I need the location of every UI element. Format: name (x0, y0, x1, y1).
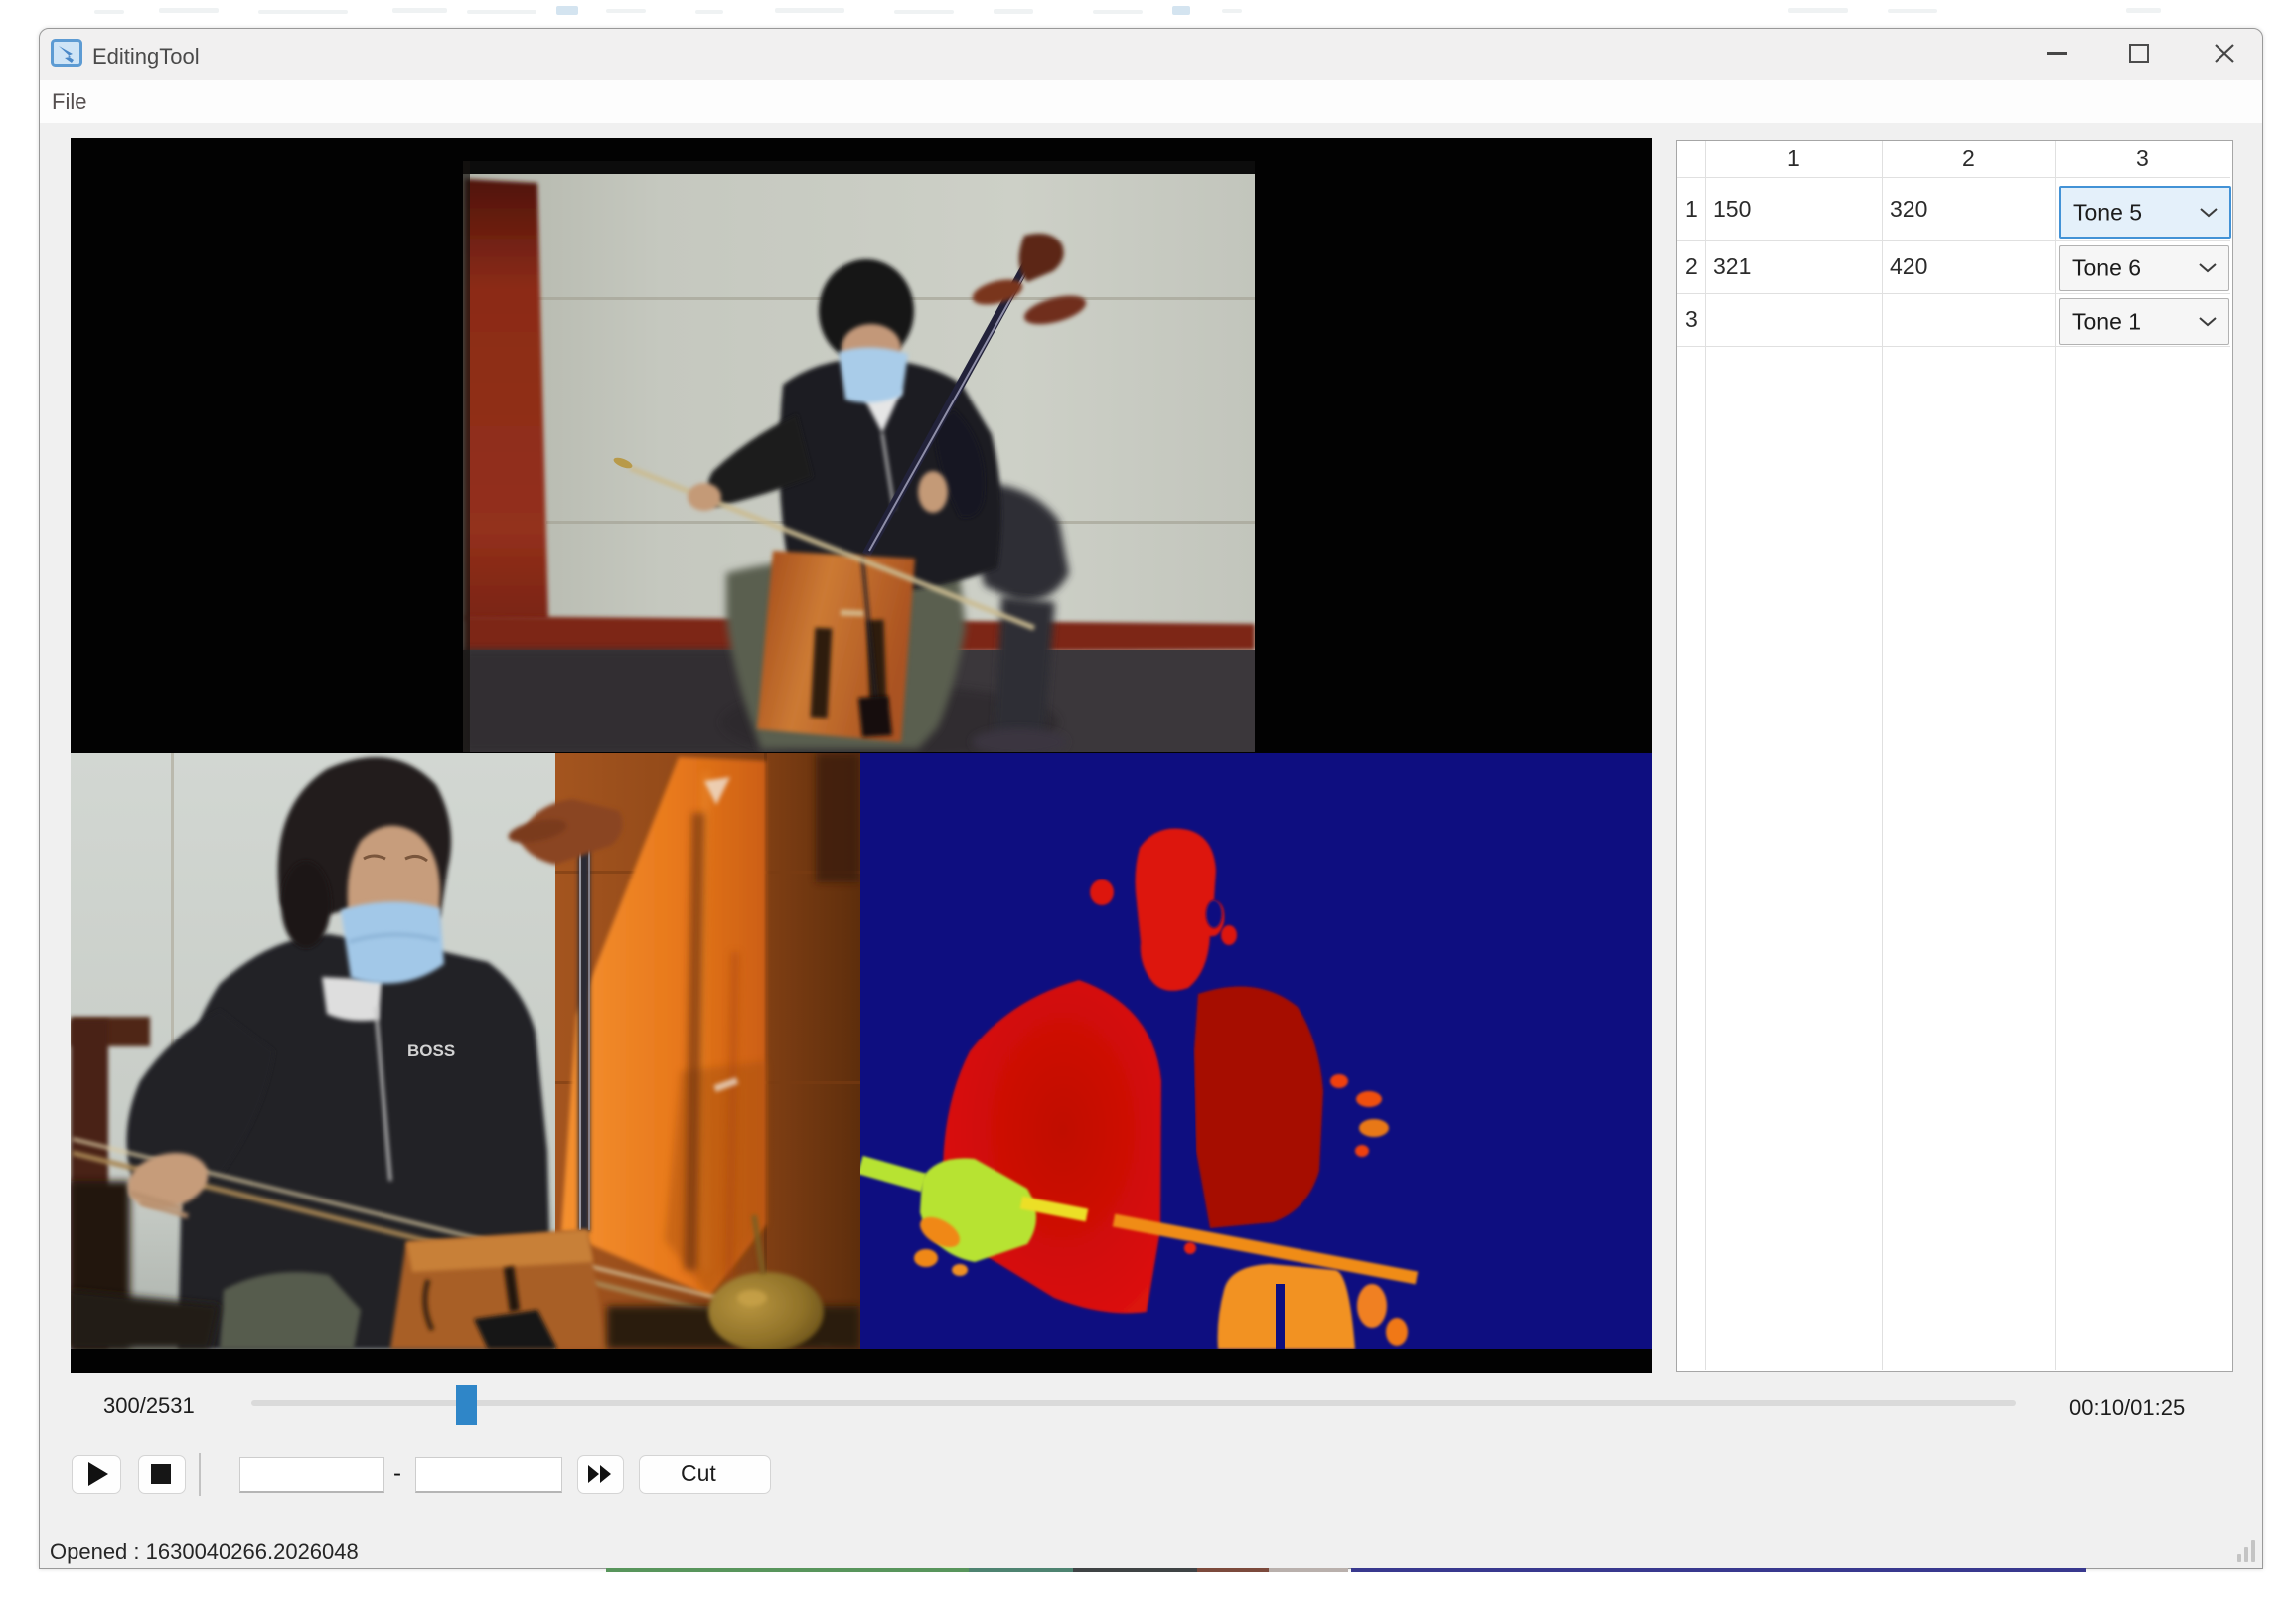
svg-text:BOSS: BOSS (407, 1041, 455, 1060)
